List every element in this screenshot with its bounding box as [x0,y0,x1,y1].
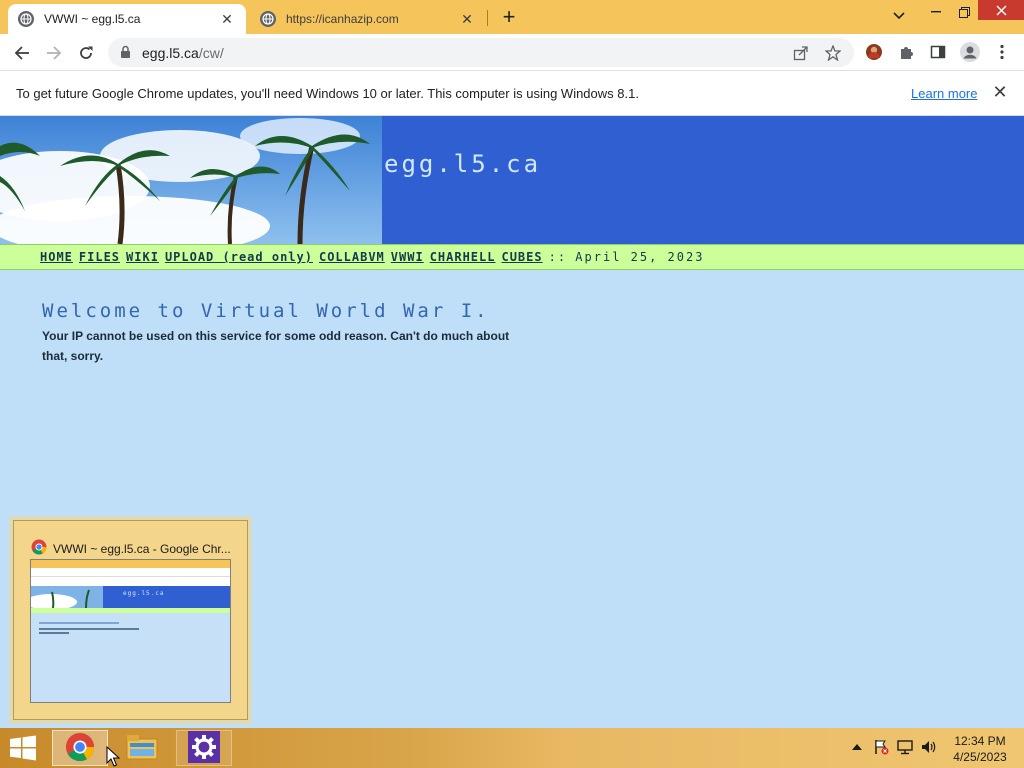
infobar-message: To get future Google Chrome updates, you… [16,86,639,101]
nav-charhell[interactable]: CHARHELL [430,250,496,264]
thumb-infobar [31,577,230,586]
preview-title: VWWI ~ egg.l5.ca - Google Chr... [53,541,231,556]
clock-date: 4/25/2023 [953,750,1007,764]
thumb-text-line [39,632,69,634]
taskbar-preview[interactable]: VWWI ~ egg.l5.ca - Google Chr... egg.l5.… [13,520,248,720]
extensions-puzzle-icon[interactable] [896,42,916,62]
welcome-heading: Welcome to Virtual World War I. [42,300,490,322]
infobar-close-icon[interactable]: ✕ [991,82,1009,102]
thumb-palm-image [31,586,103,608]
nav-upload[interactable]: UPLOAD (read only) [165,250,313,264]
tab-close-icon[interactable]: ✕ [218,10,236,28]
site-banner: egg.l5.ca [0,116,1024,244]
date-separator: :: [548,250,568,264]
reload-icon[interactable] [73,40,99,66]
nav-collabvm[interactable]: COLLABVM [319,250,385,264]
site-nav: HOME FILES WIKI UPLOAD (read only) COLLABVM V… [0,244,1024,270]
account-avatar-icon[interactable] [960,42,980,62]
lock-icon[interactable] [120,45,131,62]
nav-cubes[interactable]: CUBES [501,250,542,264]
minimize-button[interactable] [922,0,950,24]
learn-more-link[interactable]: Learn more [911,86,977,101]
more-menu-icon[interactable] [992,42,1012,62]
ip-blocked-message: Your IP cannot be used on this service f… [42,329,510,363]
palm-trees-image [0,116,382,244]
preview-title-row: VWWI ~ egg.l5.ca - Google Chr... [31,539,231,558]
taskbar-chrome-button[interactable] [52,730,108,766]
url-path: /cw/ [198,45,224,61]
forward-arrow-icon[interactable] [41,40,67,66]
thumb-text-line [39,628,139,630]
thumb-nav [31,608,230,613]
tab-close-icon[interactable]: ✕ [458,10,476,28]
side-panel-icon[interactable] [928,42,948,62]
taskbar-clock[interactable]: 12:34 PM 4/25/2023 [946,733,1014,765]
update-infobar: To get future Google Chrome updates, you… [0,71,1024,116]
volume-icon[interactable] [920,738,938,756]
bookmark-star-icon[interactable] [824,44,842,62]
tab-vwwi[interactable]: VWWI ~ egg.l5.ca ✕ [8,4,246,34]
windows-start-icon[interactable] [6,734,40,762]
tab-icanhazip[interactable]: https://icanhazip.com ✕ [250,4,486,34]
tab-search-chevron-icon[interactable] [888,4,910,28]
chrome-icon [65,732,95,765]
thumb-tabstrip [31,560,230,568]
nav-links: HOME FILES WIKI UPLOAD (read only) COLLABVM V… [40,250,704,264]
mouse-pointer-icon [106,745,121,768]
url-text[interactable]: egg.l5.ca/cw/ [142,45,224,61]
settings-icon [188,730,220,766]
globe-icon [260,11,276,27]
chrome-icon [31,539,47,558]
page-date: April 25, 2023 [575,250,705,264]
taskbar-settings-button[interactable] [176,730,232,766]
new-tab-button[interactable]: + [498,6,520,28]
browser-toolbar: egg.l5.ca/cw/ [0,34,1024,71]
window-thumbnail[interactable]: egg.l5.ca [30,559,231,703]
back-arrow-icon[interactable] [9,40,35,66]
tab-divider [487,10,488,26]
network-icon[interactable] [896,738,914,756]
url-host: egg.l5.ca [142,45,199,61]
file-explorer-icon [126,733,158,764]
nav-home[interactable]: HOME [40,250,73,264]
share-icon[interactable] [792,44,810,62]
thumb-toolbar [31,568,230,577]
nav-wiki[interactable]: WIKI [126,250,159,264]
globe-icon [18,11,34,27]
tab-title: VWWI ~ egg.l5.ca [44,12,141,26]
window-close-button[interactable] [978,0,1024,20]
tab-title: https://icanhazip.com [286,12,399,26]
show-hidden-icons-icon[interactable] [848,738,866,756]
thumb-text-line [39,622,119,624]
thumb-site-title: egg.l5.ca [123,590,165,597]
nav-vwwi[interactable]: VWWI [391,250,424,264]
tab-strip: VWWI ~ egg.l5.ca ✕ https://icanhazip.com… [0,0,1024,34]
restore-button[interactable] [950,0,978,24]
action-center-flag-icon[interactable] [872,738,890,756]
taskbar-file-explorer-button[interactable] [114,730,170,766]
profile-extension-icon[interactable] [864,42,884,62]
clock-time: 12:34 PM [954,734,1006,748]
nav-files[interactable]: FILES [79,250,120,264]
site-title: egg.l5.ca [384,150,542,178]
address-bar[interactable]: egg.l5.ca/cw/ [108,38,854,67]
windows-taskbar: 12:34 PM 4/25/2023 [0,728,1024,768]
